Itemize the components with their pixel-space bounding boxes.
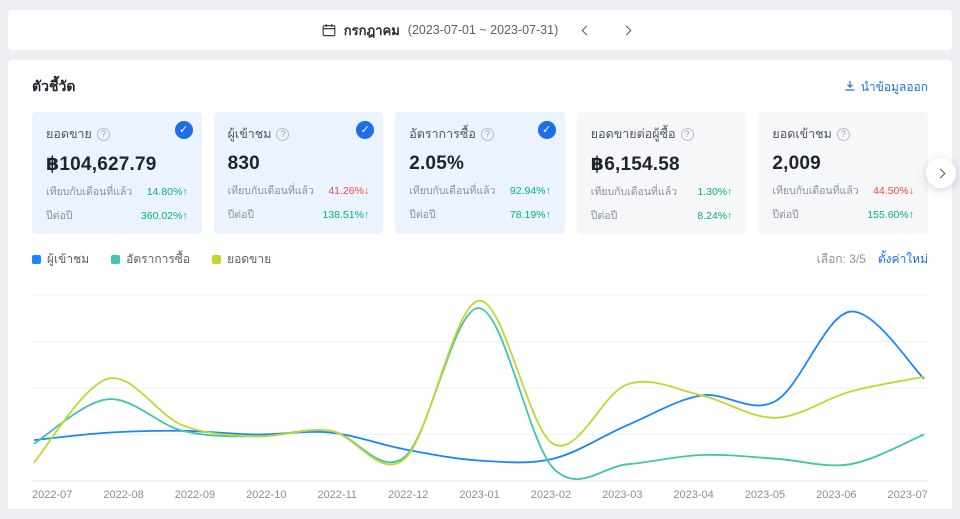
x-axis-label: 2022-10 — [246, 489, 287, 501]
yoy-label: ปีต่อปี — [772, 209, 799, 221]
yoy-value: 8.24%↑ — [697, 210, 733, 222]
mom-label: เทียบกับเดือนที่แล้ว — [227, 185, 314, 197]
help-icon[interactable]: ? — [680, 127, 694, 141]
x-axis-label: 2022-09 — [174, 489, 216, 501]
chevron-right-icon — [935, 168, 945, 178]
x-axis-label: 2023-05 — [744, 489, 786, 501]
selected-check-icon: ✓ — [174, 121, 193, 139]
help-icon[interactable]: ? — [96, 127, 110, 141]
legend-item-conversion-rate[interactable]: อัตราการซื้อ — [111, 250, 190, 269]
yoy-value: 138.51%↑ — [322, 209, 370, 221]
selected-check-icon: ✓ — [537, 121, 556, 139]
date-picker[interactable]: กรกฎาคม (2023-07-01 ~ 2023-07-31) — [322, 20, 558, 41]
export-data-button[interactable]: นำข้อมูลออก — [844, 78, 928, 97]
selected-month: กรกฎาคม — [343, 22, 400, 38]
mom-value: 92.94%↑ — [509, 185, 551, 197]
x-axis-label: 2022-08 — [103, 489, 144, 501]
mom-label: เทียบกับเดือนที่แล้ว — [590, 186, 678, 198]
metric-card-sales-per-buyer[interactable]: ✓ ยอดขายต่อผู้ซื้อ ? ฿6,154.58 เทียบกับเ… — [576, 112, 747, 234]
trend-chart — [32, 279, 928, 487]
metric-title: ยอดขายต่อผู้ซื้อ — [590, 127, 676, 141]
legend-item-sales[interactable]: ยอดขาย — [212, 250, 271, 269]
x-axis-label: 2023-03 — [602, 489, 643, 501]
metric-card-visitors[interactable]: ✓ ผู้เข้าชม ? 830 เทียบกับเดือนที่แล้ว 4… — [213, 112, 384, 234]
legend-item-visitors[interactable]: ผู้เข้าชม — [32, 250, 89, 269]
help-icon[interactable]: ? — [836, 127, 850, 141]
legend-marker — [111, 255, 121, 264]
legend-label: ยอดขาย — [227, 252, 272, 266]
metric-card-page-views[interactable]: ✓ ยอดเข้าชม ? 2,009 เทียบกับเดือนที่แล้ว… — [758, 112, 928, 234]
yoy-value: 360.02%↑ — [140, 210, 188, 222]
mom-value: 14.80%↑ — [146, 186, 188, 198]
x-axis-label: 2023-01 — [459, 489, 500, 501]
next-month-button[interactable] — [614, 18, 638, 42]
selected-check-icon: ✓ — [356, 121, 375, 139]
help-icon[interactable]: ? — [480, 127, 494, 141]
selection-count: เลือก: 3/5 — [816, 252, 866, 266]
metric-value: 2,009 — [772, 153, 821, 174]
yoy-value: 78.19%↑ — [509, 209, 551, 221]
date-toolbar: กรกฎาคม (2023-07-01 ~ 2023-07-31) — [8, 10, 952, 50]
x-axis-label: 2023-04 — [673, 489, 714, 501]
metric-title: ยอดเข้าชม — [772, 127, 832, 141]
reset-selection-link[interactable]: ตั้งค่าใหม่ — [878, 250, 928, 269]
yoy-label: ปีต่อปี — [227, 209, 255, 221]
legend-label: อัตราการซื้อ — [126, 252, 191, 266]
metric-card-sales[interactable]: ✓ ยอดขาย ? ฿104,627.79 เทียบกับเดือนที่แ… — [32, 112, 202, 234]
export-icon — [844, 80, 856, 95]
legend-marker — [212, 255, 222, 264]
date-range: (2023-07-01 ~ 2023-07-31) — [407, 23, 559, 37]
x-axis-label: 2023-06 — [816, 489, 857, 501]
mom-label: เทียบกับเดือนที่แล้ว — [46, 186, 133, 198]
help-icon[interactable]: ? — [276, 127, 290, 141]
yoy-value: 155.60%↑ — [867, 209, 914, 221]
x-axis-label: 2022-07 — [32, 489, 73, 501]
legend-label: ผู้เข้าชม — [47, 252, 90, 266]
metric-title: อัตราการซื้อ — [409, 127, 476, 141]
metric-cards-row: ✓ ยอดขาย ? ฿104,627.79 เทียบกับเดือนที่แ… — [32, 112, 956, 234]
x-axis-label: 2022-11 — [317, 489, 357, 501]
legend-marker — [32, 255, 41, 264]
yoy-label: ปีต่อปี — [409, 209, 436, 221]
x-axis-label: 2023-07 — [887, 489, 928, 501]
mom-label: เทียบกับเดือนที่แล้ว — [409, 185, 496, 197]
mom-value: 41.26%↓ — [328, 185, 370, 197]
legend-row: ผู้เข้าชม อัตราการซื้อ ยอดขาย เลือก: 3/5… — [32, 250, 928, 269]
export-label: นำข้อมูลออก — [860, 79, 928, 94]
yoy-label: ปีต่อปี — [46, 210, 73, 222]
metric-value: ฿6,154.58 — [590, 154, 680, 175]
x-axis-labels: 2022-07 2022-08 2022-09 2022-10 2022-11 2022-… — [32, 489, 928, 501]
mom-value: 44.50%↓ — [873, 185, 914, 197]
mom-value: 1.30%↑ — [697, 186, 733, 198]
cards-next-button[interactable] — [926, 158, 956, 188]
x-axis-label: 2023-02 — [530, 489, 572, 501]
prev-month-button[interactable] — [574, 18, 598, 42]
metric-value: ฿104,627.79 — [46, 154, 157, 175]
metric-value: 2.05% — [409, 153, 465, 174]
x-axis-label: 2022-12 — [387, 489, 429, 501]
mom-label: เทียบกับเดือนที่แล้ว — [772, 185, 859, 197]
calendar-icon — [322, 23, 336, 37]
section-title: ตัวชี้วัด — [32, 78, 76, 94]
chart-canvas[interactable] — [32, 279, 928, 487]
metric-card-conversion-rate[interactable]: ✓ อัตราการซื้อ ? 2.05% เทียบกับเดือนที่แ… — [395, 112, 565, 234]
metric-value: 830 — [227, 153, 260, 174]
metrics-panel: ตัวชี้วัด นำข้อมูลออก ✓ ยอดขาย ? ฿104,62… — [8, 60, 956, 509]
metric-title: ยอดขาย — [46, 127, 92, 141]
metric-title: ผู้เข้าชม — [227, 127, 272, 141]
yoy-label: ปีต่อปี — [590, 210, 618, 222]
